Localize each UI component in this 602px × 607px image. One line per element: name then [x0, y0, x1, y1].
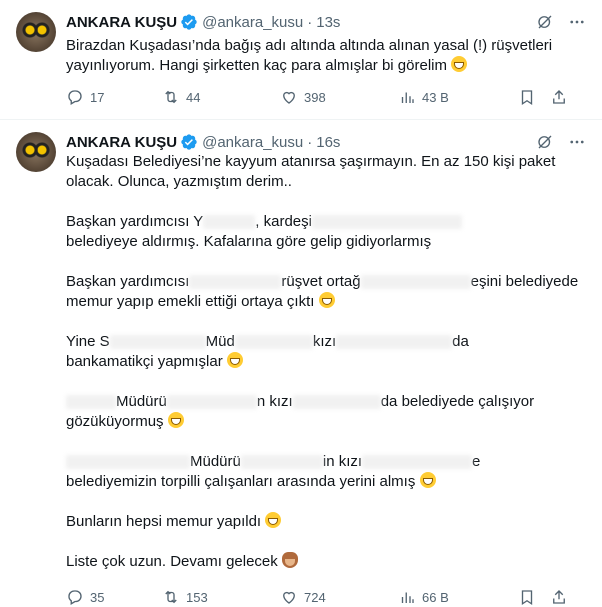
avatar[interactable]: [16, 132, 56, 172]
reply-button[interactable]: 35: [66, 588, 162, 606]
views-button[interactable]: 66 B: [398, 588, 518, 606]
tweet[interactable]: ANKARA KUŞU @ankara_kusu · 16s Kuşadası …: [0, 120, 602, 606]
timestamp[interactable]: 16s: [316, 134, 340, 151]
reply-icon: [68, 90, 82, 105]
like-count: 724: [304, 589, 326, 605]
grinning-emoji-icon: [226, 352, 243, 368]
tweet-text: Birazdan Kuşadası’nda bağış adı altında …: [66, 36, 586, 76]
retweet-button[interactable]: 153: [162, 588, 280, 606]
see-no-evil-monkey-emoji-icon: [281, 552, 298, 568]
tweet[interactable]: ANKARA KUŞU @ankara_kusu · 13s Birazdan …: [0, 0, 602, 120]
handle[interactable]: @ankara_kusu: [202, 134, 303, 151]
retweet-count: 153: [186, 589, 208, 605]
reply-count: 35: [90, 589, 105, 605]
like-count: 398: [304, 89, 326, 105]
share-icon: [553, 590, 565, 604]
paragraph-7: Bunların hepsi memur yapıldı: [66, 512, 586, 532]
reply-icon: [68, 590, 82, 605]
bookmark-button[interactable]: [518, 588, 550, 606]
views-button[interactable]: 43 B: [398, 88, 518, 106]
handle[interactable]: @ankara_kusu: [202, 14, 303, 31]
views-count: 43 B: [422, 89, 449, 105]
tweet-body: Birazdan Kuşadası’nda bağış adı altında …: [66, 37, 553, 74]
more-options-icon[interactable]: [568, 13, 586, 31]
tweet-header: ANKARA KUŞU @ankara_kusu · 13s: [66, 12, 586, 32]
separator-dot: ·: [307, 13, 313, 31]
views-icon: [401, 92, 414, 103]
tweet-header: ANKARA KUŞU @ankara_kusu · 16s: [66, 132, 586, 152]
avatar[interactable]: [16, 12, 56, 52]
retweet-icon: [165, 590, 177, 604]
grinning-emoji-icon: [318, 292, 335, 308]
paragraph-2: Başkan yardımcısı Y, kardeşi belediyeye …: [66, 212, 586, 252]
bookmark-icon: [521, 590, 533, 606]
paragraph-1: Kuşadası Belediyesi’ne kayyum atanırsa ş…: [66, 153, 560, 190]
views-count: 66 B: [422, 589, 449, 605]
grinning-emoji-icon: [265, 512, 282, 528]
views-icon: [401, 592, 414, 603]
grinning-emoji-icon: [419, 472, 436, 488]
grinning-emoji-icon: [167, 412, 184, 428]
action-bar: 35 153 724 66 B: [66, 587, 586, 607]
grok-icon[interactable]: [536, 13, 554, 31]
reply-button[interactable]: 17: [66, 88, 162, 106]
share-button[interactable]: [550, 588, 570, 606]
paragraph-5: Müdürü n kızı da belediyede çalışıyor gözü…: [66, 393, 535, 430]
tweet-text: Kuşadası Belediyesi’ne kayyum atanırsa ş…: [66, 152, 586, 592]
retweet-count: 44: [186, 89, 201, 105]
paragraph-6: Müdürü in kızı e belediyemizin torpilli ça…: [66, 453, 481, 490]
more-options-icon[interactable]: [568, 133, 586, 151]
display-name[interactable]: ANKARA KUŞU: [66, 134, 177, 151]
like-button[interactable]: 724: [280, 588, 398, 606]
share-button[interactable]: [550, 88, 570, 106]
paragraph-4: Yine S Müd kızı da bankamatikçi yapmışlar: [66, 333, 469, 370]
paragraph-3: Başkan yardımcısı rüşvet ortağ eşini beled…: [66, 273, 579, 310]
share-icon: [553, 90, 565, 104]
action-bar: 17 44 398 43 B: [66, 87, 586, 107]
verified-badge-icon: [180, 133, 198, 151]
like-button[interactable]: 398: [280, 88, 398, 106]
separator-dot: ·: [307, 133, 313, 151]
retweet-icon: [165, 90, 177, 104]
like-icon: [283, 91, 295, 104]
grinning-emoji-icon: [451, 56, 468, 72]
like-icon: [283, 591, 295, 604]
bookmark-button[interactable]: [518, 88, 550, 106]
display-name[interactable]: ANKARA KUŞU: [66, 14, 177, 31]
verified-badge-icon: [180, 13, 198, 31]
grok-icon[interactable]: [536, 133, 554, 151]
reply-count: 17: [90, 89, 105, 105]
bookmark-icon: [521, 90, 533, 106]
paragraph-8: Liste çok uzun. Devamı gelecek: [66, 552, 586, 572]
timestamp[interactable]: 13s: [316, 14, 340, 31]
retweet-button[interactable]: 44: [162, 88, 280, 106]
